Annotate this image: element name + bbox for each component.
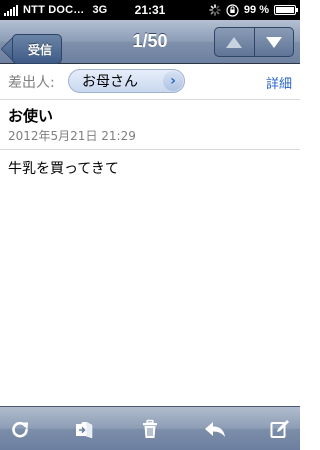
activity-spinner-icon	[209, 4, 221, 16]
compose-icon[interactable]	[270, 419, 290, 439]
move-to-folder-icon[interactable]	[74, 419, 94, 439]
message-body: 牛乳を買ってきて	[8, 161, 119, 177]
from-label: 差出人:	[8, 75, 55, 91]
details-link[interactable]: 詳細	[266, 73, 292, 92]
battery-icon	[274, 5, 298, 15]
sender-row: 差出人: お母さん › 詳細	[0, 64, 300, 100]
triangle-up-icon	[226, 36, 243, 48]
next-message-button[interactable]	[253, 28, 294, 56]
network-type: 3G	[92, 4, 108, 16]
message-subject: お使い	[8, 107, 54, 125]
orientation-lock-icon	[226, 3, 239, 17]
navigation-bar: 受信 1/50	[0, 20, 300, 64]
previous-message-button[interactable]	[215, 28, 254, 56]
reply-icon[interactable]	[203, 419, 227, 439]
message-navigation-control	[214, 27, 294, 57]
chevron-right-icon: ›	[163, 71, 183, 91]
refresh-icon[interactable]	[10, 419, 30, 439]
trash-icon[interactable]	[140, 419, 160, 439]
battery-percentage: 99 %	[243, 4, 269, 16]
sender-chip[interactable]: お母さん ›	[68, 69, 185, 93]
triangle-down-icon	[265, 36, 282, 48]
back-button-label: 受信	[27, 42, 52, 57]
message-position-title: 1/50	[132, 31, 168, 51]
signal-icon	[4, 4, 18, 16]
subject-block: お使い 2012年5月21日 21:29	[0, 100, 300, 150]
bottom-toolbar	[0, 406, 300, 450]
message-date: 2012年5月21日 21:29	[8, 129, 136, 143]
carrier-name: NTT DOC…	[23, 4, 85, 16]
back-to-inbox-button[interactable]: 受信	[12, 34, 62, 64]
sender-name: お母さん	[82, 74, 138, 90]
status-bar: NTT DOC… 3G 21:31 99 %	[0, 0, 300, 20]
